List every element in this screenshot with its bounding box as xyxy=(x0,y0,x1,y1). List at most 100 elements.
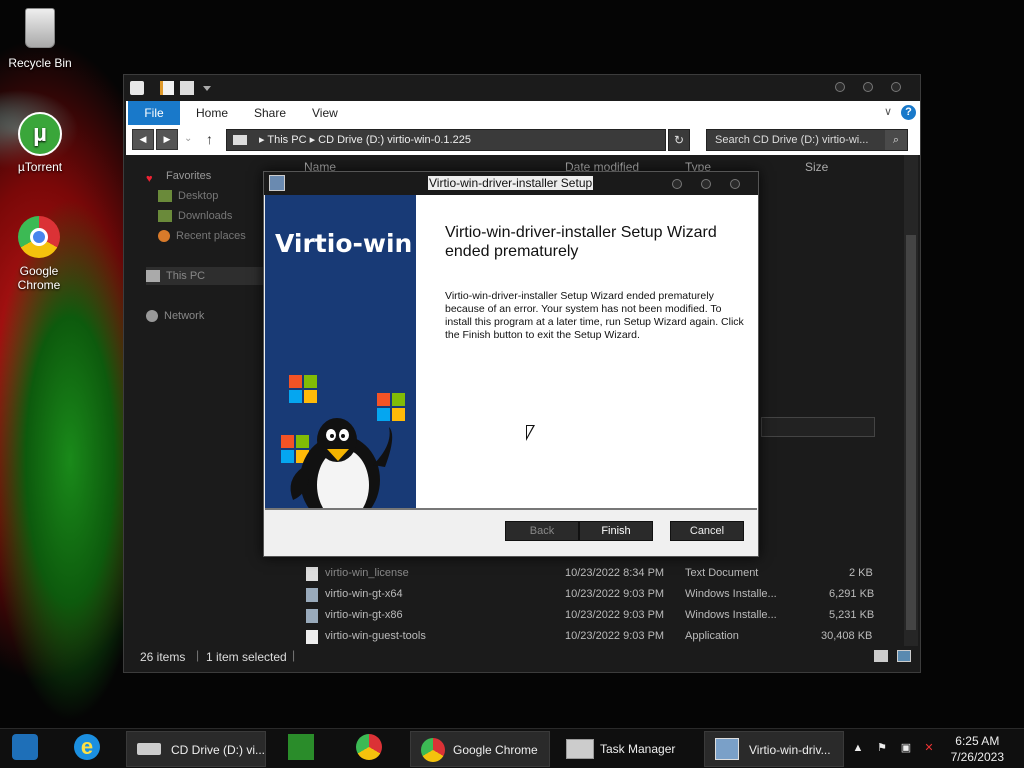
taskbar-label: CD Drive (D:) vi... xyxy=(171,743,265,757)
close-button[interactable] xyxy=(730,179,740,189)
address-row: ◀ ▶ ⌄ ↑ ▸ This PC ▸ CD Drive (D:) virtio… xyxy=(126,125,920,155)
minimize-button[interactable] xyxy=(672,179,682,189)
desktop-icon-chrome[interactable]: Google Chrome xyxy=(0,216,78,292)
nav-favorites[interactable]: ♥ Favorites xyxy=(146,167,211,185)
taskbar-label: Google Chrome xyxy=(453,743,538,757)
maximize-button[interactable] xyxy=(701,179,711,189)
taskbar-item-google-chrome[interactable]: Google Chrome xyxy=(410,731,550,767)
action-center-flag-icon[interactable]: ⚑ xyxy=(875,741,889,755)
new-folder-icon[interactable] xyxy=(180,81,194,95)
item-count: 26 items xyxy=(140,650,186,664)
file-type: Application xyxy=(685,630,739,642)
installer-file-icon xyxy=(306,588,318,602)
clock-time: 6:25 AM xyxy=(955,734,1000,748)
refresh-button[interactable]: ↻ xyxy=(668,129,690,151)
file-name: virtio-win-guest-tools xyxy=(325,630,426,642)
tux-penguin-icon xyxy=(290,418,393,508)
dialog-title: Virtio-win-driver-installer Setup xyxy=(428,176,594,190)
file-size: 6,291 KB xyxy=(829,588,875,600)
search-icon[interactable]: ⌕ xyxy=(885,130,907,150)
drive-icon xyxy=(137,743,161,755)
table-row[interactable]: virtio-win_license 10/23/2022 8:34 PM Te… xyxy=(304,564,884,584)
nav-label: Downloads xyxy=(178,210,233,222)
clock-date: 7/26/2023 xyxy=(950,750,1004,764)
tab-file[interactable]: File xyxy=(128,101,180,125)
nav-desktop[interactable]: Desktop xyxy=(158,187,218,205)
nav-this-pc[interactable]: This PC xyxy=(146,267,266,285)
finish-button[interactable]: Finish xyxy=(579,521,653,541)
desktop-icon-recycle-bin[interactable]: Recycle Bin xyxy=(0,8,80,70)
vertical-scrollbar[interactable] xyxy=(904,155,918,646)
recent-locations-icon[interactable]: ⌄ xyxy=(184,133,192,144)
text-file-icon xyxy=(306,567,318,581)
column-header-size[interactable]: Size xyxy=(805,160,828,178)
file-name: virtio-win-gt-x86 xyxy=(325,609,403,621)
clock[interactable]: 6:25 AM 7/26/2023 xyxy=(951,733,1004,765)
properties-icon[interactable] xyxy=(130,81,144,95)
show-hidden-icons-icon[interactable]: ▲ xyxy=(851,741,865,755)
taskbar-item-cd-drive[interactable]: CD Drive (D:) vi... xyxy=(126,731,266,767)
divider xyxy=(265,508,757,510)
nav-label: Desktop xyxy=(178,190,219,202)
utorrent-icon: µ xyxy=(18,112,62,156)
file-name: virtio-win_license xyxy=(325,567,409,579)
file-date: 10/23/2022 9:03 PM xyxy=(565,588,665,600)
file-name: virtio-win-gt-x64 xyxy=(325,588,403,600)
chrome-icon[interactable] xyxy=(356,734,382,760)
breadcrumb-cd-drive[interactable]: CD Drive (D:) virtio-win-0.1.225 xyxy=(318,134,471,146)
customize-toolbar-icon[interactable] xyxy=(203,86,211,91)
nav-recent[interactable]: Recent places xyxy=(158,227,246,245)
chrome-icon xyxy=(17,216,61,260)
nav-network[interactable]: Network xyxy=(146,307,204,325)
dialog-message: Virtio-win-driver-installer Setup Wizard… xyxy=(445,290,744,341)
status-divider: | xyxy=(292,648,296,662)
back-button[interactable]: ◀ xyxy=(132,129,154,150)
large-icons-view-icon[interactable] xyxy=(897,650,911,662)
file-size: 5,231 KB xyxy=(829,609,875,621)
desktop-icon-label: Recycle Bin xyxy=(8,56,72,70)
file-date: 10/23/2022 8:34 PM xyxy=(565,567,665,579)
volume-muted-icon[interactable]: ✕ xyxy=(922,741,936,755)
mouse-cursor-icon xyxy=(526,425,535,441)
maximize-button[interactable] xyxy=(863,82,873,92)
internet-explorer-icon[interactable]: e xyxy=(74,734,100,760)
cancel-button[interactable]: Cancel xyxy=(670,521,744,541)
nav-label: Recent places xyxy=(176,230,246,242)
search-input[interactable]: Search CD Drive (D:) virtio-wi... ⌕ xyxy=(706,129,908,151)
expand-ribbon-icon[interactable]: ∨ xyxy=(884,105,892,118)
details-view-icon[interactable] xyxy=(874,650,888,662)
recent-places-icon xyxy=(158,230,170,243)
up-button[interactable]: ↑ xyxy=(206,131,213,147)
minimize-button[interactable] xyxy=(835,82,845,92)
store-icon[interactable] xyxy=(288,734,314,760)
dialog-content: Virtio-win-driver-installer Setup Wizard… xyxy=(416,195,758,508)
table-row[interactable]: virtio-win-gt-x86 10/23/2022 9:03 PM Win… xyxy=(304,606,884,626)
installer-file-icon xyxy=(306,609,318,623)
selected-row-highlight xyxy=(761,417,875,437)
address-bar[interactable]: ▸ This PC ▸ CD Drive (D:) virtio-win-0.1… xyxy=(226,129,666,151)
computer-icon xyxy=(146,270,160,283)
tab-home[interactable]: Home xyxy=(196,101,228,125)
dialog-titlebar: Virtio-win-driver-installer Setup xyxy=(264,172,758,195)
back-button[interactable]: Back xyxy=(505,521,579,541)
nav-downloads[interactable]: Downloads xyxy=(158,207,232,225)
status-bar: 26 items | 1 item selected | xyxy=(124,642,920,672)
network-icon xyxy=(146,310,158,323)
table-row[interactable]: virtio-win-gt-x64 10/23/2022 9:03 PM Win… xyxy=(304,585,884,605)
new-document-icon[interactable] xyxy=(160,81,174,95)
start-button[interactable] xyxy=(12,734,38,760)
breadcrumb-this-pc[interactable]: This PC xyxy=(267,134,306,146)
windows-logo-icon xyxy=(281,375,405,508)
tab-share[interactable]: Share xyxy=(254,101,286,125)
forward-button[interactable]: ▶ xyxy=(156,129,178,150)
taskbar-item-task-manager[interactable]: Task Manager xyxy=(558,731,698,767)
search-placeholder: Search CD Drive (D:) virtio-wi... xyxy=(715,134,869,146)
close-button[interactable] xyxy=(891,82,901,92)
network-icon[interactable]: ▣ xyxy=(899,741,913,755)
downloads-icon xyxy=(158,210,172,223)
scrollbar-thumb[interactable] xyxy=(906,235,916,630)
taskbar-item-installer[interactable]: Virtio-win-driv... xyxy=(704,731,844,767)
tab-view[interactable]: View xyxy=(312,101,338,125)
help-button[interactable]: ? xyxy=(901,105,916,120)
desktop-icon-utorrent[interactable]: µ µTorrent xyxy=(0,112,80,174)
